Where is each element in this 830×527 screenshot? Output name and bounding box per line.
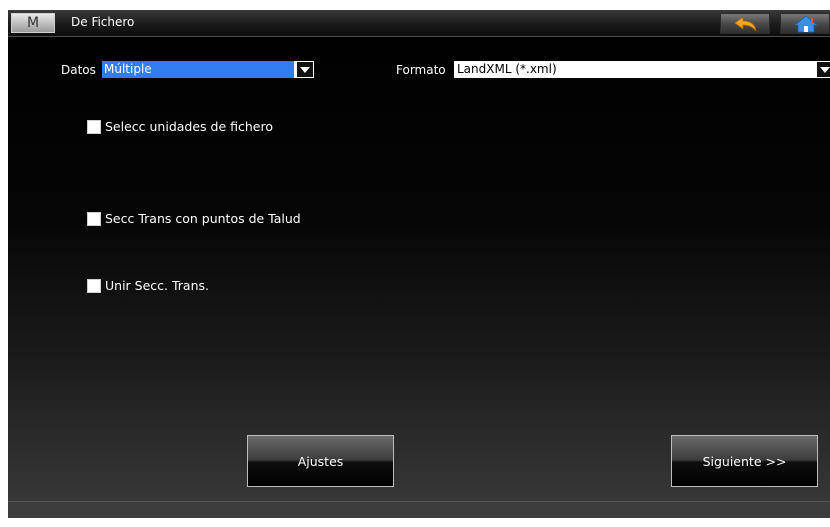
back-arrow-icon (734, 16, 757, 32)
status-bar (8, 501, 830, 518)
formato-selected-value: LandXML (*.xml) (454, 61, 814, 78)
datos-dropdown[interactable]: Múltiple (102, 61, 314, 78)
formato-label: Formato (396, 63, 446, 77)
talud-checkbox-label: Secc Trans con puntos de Talud (105, 211, 301, 226)
unir-checkbox-label: Unir Secc. Trans. (105, 278, 209, 293)
menu-button[interactable]: M (11, 13, 55, 33)
ajustes-button[interactable]: Ajustes (247, 435, 394, 487)
datos-selected-value: Múltiple (102, 61, 294, 78)
unidades-checkbox-label: Selecc unidades de fichero (105, 119, 273, 134)
chevron-down-icon[interactable] (297, 62, 313, 77)
window-title: De Fichero (71, 15, 135, 29)
title-bar: M De Fichero (8, 10, 830, 37)
talud-checkbox[interactable] (87, 212, 101, 226)
app-window: M De Fichero Datos Múltiple Formato Land… (8, 10, 830, 518)
unidades-checkbox[interactable] (87, 120, 101, 134)
home-button[interactable] (780, 13, 830, 34)
siguiente-button[interactable]: Siguiente >> (671, 435, 818, 487)
datos-label: Datos (61, 63, 96, 77)
formato-dropdown[interactable]: LandXML (*.xml) (454, 61, 830, 78)
unir-checkbox[interactable] (87, 279, 101, 293)
back-button[interactable] (720, 13, 770, 34)
home-icon (793, 15, 819, 33)
chevron-down-icon[interactable] (817, 62, 830, 77)
